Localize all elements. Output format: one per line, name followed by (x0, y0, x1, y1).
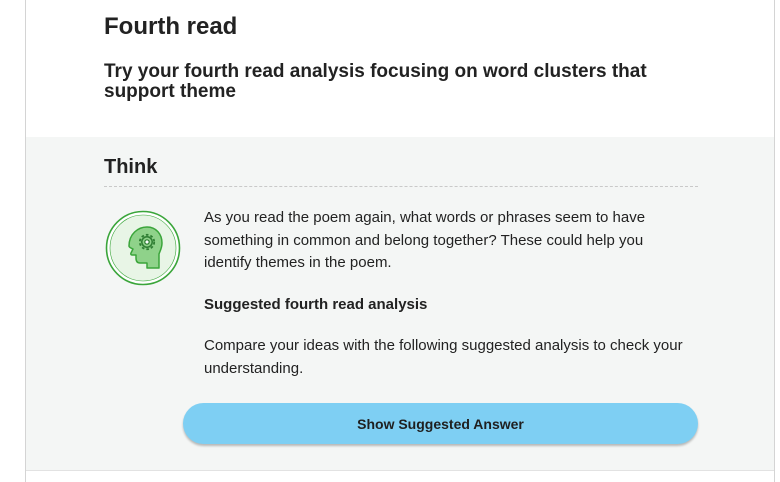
think-prompt: As you read the poem again, what words o… (204, 209, 646, 271)
intro-section: Fourth read Try your fourth read analysi… (26, 0, 774, 137)
show-suggested-answer-button[interactable]: Show Suggested Answer (183, 403, 698, 444)
page-title: Fourth read (104, 13, 238, 40)
content-frame: Fourth read Try your fourth read analysi… (25, 0, 775, 482)
think-heading: Think (104, 156, 158, 178)
page-subtitle: Try your fourth read analysis focusing o… (104, 61, 647, 102)
think-section: Think As you read the poem again, what w… (26, 137, 774, 470)
compare-instructions: Compare your ideas with the following su… (204, 337, 683, 377)
section-bottom-border (26, 470, 774, 471)
suggested-analysis-heading: Suggested fourth read analysis (204, 296, 428, 313)
divider (104, 186, 698, 187)
head-gear-icon (105, 210, 181, 286)
